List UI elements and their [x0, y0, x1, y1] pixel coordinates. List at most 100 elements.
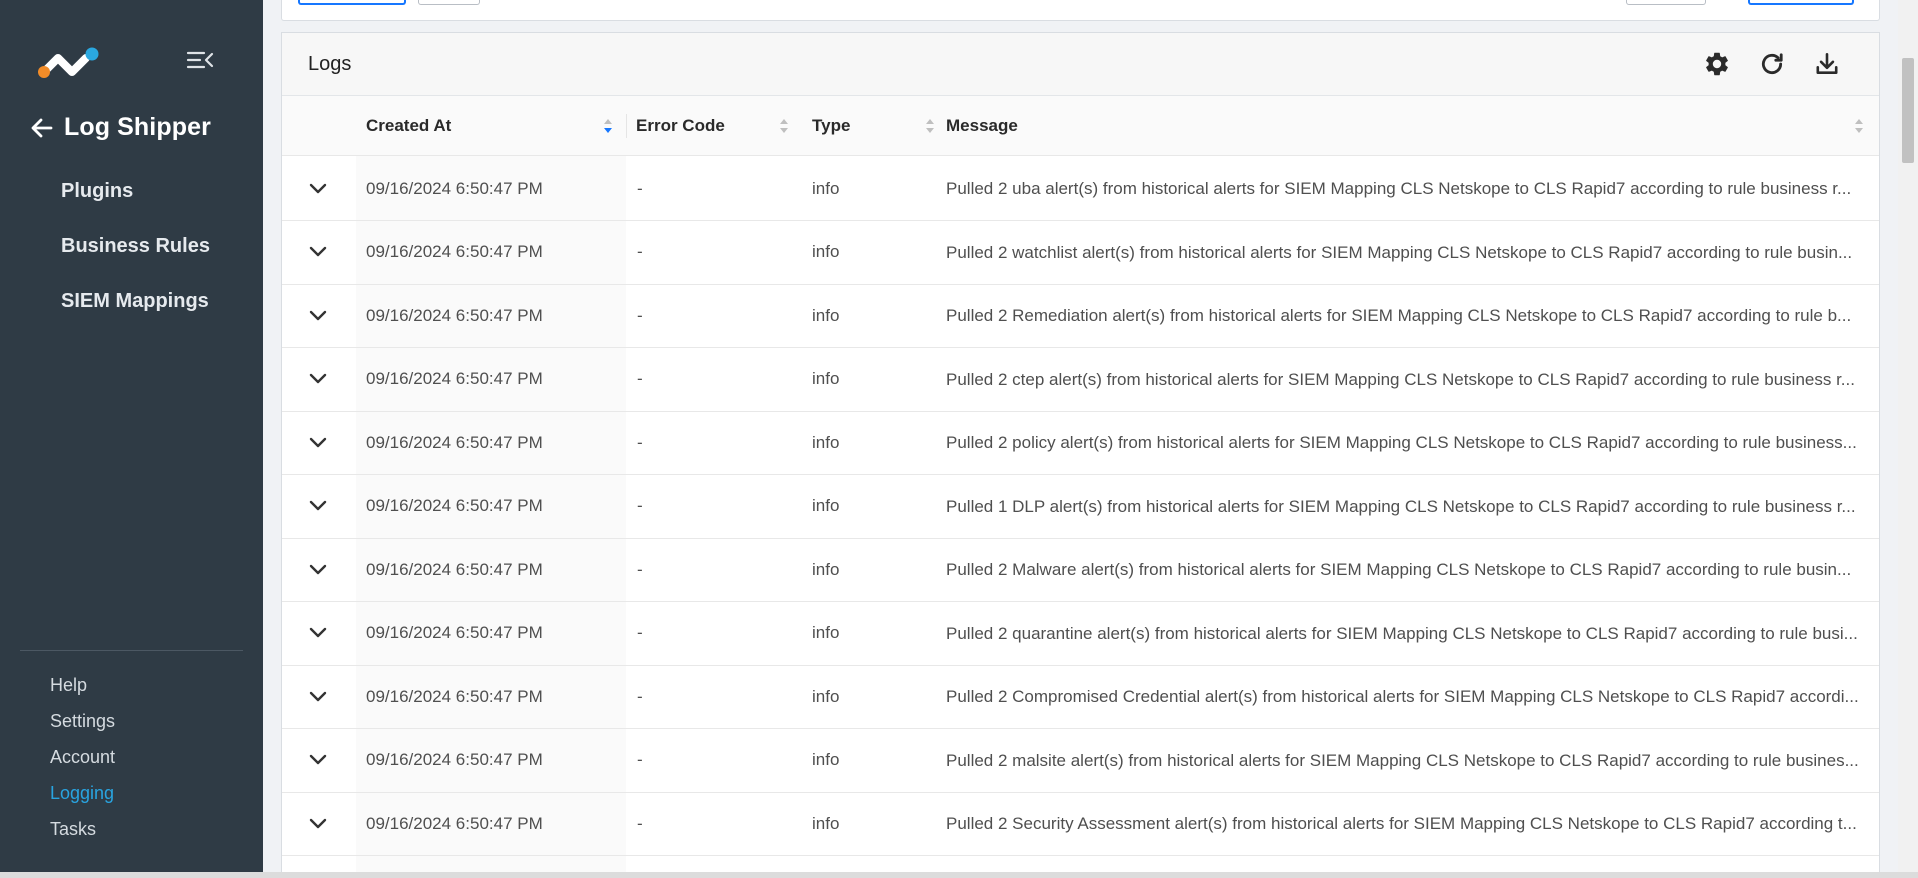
type-cell: info [812, 496, 840, 515]
column-header-message[interactable]: Message [936, 96, 1880, 156]
created-at-cell: 09/16/2024 6:50:47 PM [366, 305, 543, 325]
logs-panel: Logs Created At Error Code Type Message … [281, 32, 1880, 878]
logs-header: Logs [282, 33, 1879, 96]
section-title: Log Shipper [64, 113, 211, 141]
toolbar-right-button[interactable] [1626, 0, 1706, 5]
nav-item-logging[interactable]: Logging [50, 783, 114, 804]
table-row[interactable]: 09/16/2024 6:50:47 PM - info Pulled 2 Compr… [282, 665, 1879, 729]
table-row[interactable]: 09/16/2024 6:50:47 PM - info Pulled 2 Secur… [282, 792, 1879, 856]
message-cell: Pulled 2 quarantine alert(s) from histor… [946, 623, 1858, 643]
sidebar: Log Shipper Plugins Business Rules SIEM … [0, 0, 263, 872]
error-code-cell: - [637, 369, 643, 388]
message-cell: Pulled 2 policy alert(s) from historical… [946, 433, 1857, 452]
nav-item-business-rules[interactable]: Business Rules [61, 235, 210, 258]
sort-icon [926, 119, 934, 133]
vertical-scrollbar[interactable] [1898, 0, 1918, 872]
created-at-cell: 09/16/2024 6:50:47 PM [366, 750, 543, 769]
created-at-cell: 09/16/2024 6:50:47 PM [366, 686, 543, 706]
sort-icon [780, 119, 788, 133]
table-header: Created At Error Code Type Message [282, 96, 1879, 156]
chevron-down-icon[interactable] [304, 221, 332, 284]
created-at-cell: 09/16/2024 6:50:47 PM [366, 178, 543, 198]
type-cell: info [812, 559, 840, 579]
nav-item-help[interactable]: Help [50, 675, 87, 696]
type-cell: info [812, 178, 840, 198]
chevron-down-icon[interactable] [304, 157, 332, 220]
chevron-down-icon[interactable] [304, 665, 332, 728]
message-cell: Pulled 1 DLP alert(s) from historical al… [946, 496, 1856, 516]
message-cell: Pulled 2 ctep alert(s) from historical a… [946, 369, 1855, 389]
chevron-down-icon[interactable] [304, 475, 332, 538]
nav-item-settings[interactable]: Settings [50, 711, 115, 732]
error-code-cell: - [637, 432, 643, 452]
refresh-icon[interactable] [1757, 49, 1787, 79]
chevron-down-icon[interactable] [304, 538, 332, 601]
filter-toolbar [281, 0, 1880, 21]
error-code-cell: - [637, 305, 643, 325]
scrollbar-thumb[interactable] [1902, 58, 1914, 163]
arrow-left-icon [31, 118, 53, 137]
error-code-cell: - [637, 813, 643, 833]
netskope-logo[interactable] [36, 44, 102, 80]
message-cell: Pulled 2 Compromised Credential alert(s)… [946, 687, 1859, 706]
sidebar-divider [20, 650, 243, 651]
chevron-down-icon[interactable] [304, 602, 332, 665]
error-code-cell: - [637, 178, 643, 198]
type-cell: info [812, 369, 840, 388]
horizontal-scrollbar[interactable] [0, 872, 1918, 878]
error-code-cell: - [637, 496, 643, 515]
column-header-error-code[interactable]: Error Code [626, 96, 802, 156]
table-row[interactable]: 09/16/2024 6:50:47 PM - info Pulled 2 quara… [282, 602, 1879, 666]
gear-icon[interactable] [1702, 49, 1732, 79]
type-cell: info [812, 623, 840, 642]
created-at-cell: 09/16/2024 6:50:47 PM [366, 369, 543, 388]
created-at-cell: 09/16/2024 6:50:47 PM [366, 432, 543, 452]
table-row[interactable]: 09/16/2024 6:50:47 PM - info Pulled 2 watch… [282, 221, 1879, 285]
created-at-cell: 09/16/2024 6:50:47 PM [366, 813, 543, 833]
table-row[interactable]: 09/16/2024 6:50:47 PM - info Pulled 2 polic… [282, 411, 1879, 475]
sort-icon [604, 119, 612, 133]
nav-item-siem-mappings[interactable]: SIEM Mappings [61, 290, 209, 313]
column-header-created-at[interactable]: Created At [356, 96, 626, 156]
table-row[interactable]: 09/16/2024 6:50:47 PM - info Pulled 2 Remed… [282, 284, 1879, 348]
column-header-type[interactable]: Type [802, 96, 946, 156]
type-cell: info [812, 813, 840, 833]
table-row[interactable]: 09/16/2024 6:50:47 PM - info Pulled 2 uba a… [282, 157, 1879, 221]
message-cell: Pulled 2 Remediation alert(s) from histo… [946, 306, 1852, 325]
table-row[interactable]: 09/16/2024 6:50:47 PM - info Pulled 2 malsi… [282, 729, 1879, 793]
chevron-down-icon[interactable] [304, 284, 332, 347]
toolbar-primary-button[interactable] [298, 0, 406, 5]
table-row[interactable]: 09/16/2024 6:50:47 PM - info Pulled 1 DLP a… [282, 475, 1879, 539]
type-cell: info [812, 686, 840, 706]
message-cell: Pulled 2 uba alert(s) from historical al… [946, 179, 1852, 198]
message-cell: Pulled 2 watchlist alert(s) from histori… [946, 242, 1853, 262]
error-code-cell: - [637, 242, 643, 261]
created-at-cell: 09/16/2024 6:50:47 PM [366, 623, 543, 642]
message-cell: Pulled 2 Security Assessment alert(s) fr… [946, 814, 1857, 833]
chevron-down-icon[interactable] [304, 411, 332, 474]
download-icon[interactable] [1812, 49, 1842, 79]
error-code-cell: - [637, 750, 643, 769]
table-row[interactable]: 09/16/2024 6:50:47 PM - info Pulled 2 ctep … [282, 348, 1879, 412]
toolbar-secondary-button[interactable] [418, 0, 480, 5]
type-cell: info [812, 242, 840, 261]
chevron-down-icon[interactable] [304, 348, 332, 411]
nav-item-account[interactable]: Account [50, 747, 115, 768]
type-cell: info [812, 305, 840, 325]
created-at-cell: 09/16/2024 6:50:47 PM [366, 242, 543, 261]
error-code-cell: - [637, 559, 643, 579]
toolbar-right-primary-button[interactable] [1748, 0, 1854, 5]
nav-item-plugins[interactable]: Plugins [61, 180, 133, 203]
type-cell: info [812, 432, 840, 452]
error-code-cell: - [637, 623, 643, 642]
message-cell: Pulled 2 malsite alert(s) from historica… [946, 750, 1859, 770]
nav-item-tasks[interactable]: Tasks [50, 819, 96, 840]
message-cell: Pulled 2 Malware alert(s) from historica… [946, 560, 1852, 579]
chevron-down-icon[interactable] [304, 729, 332, 792]
error-code-cell: - [637, 686, 643, 706]
menu-collapse-icon[interactable] [186, 48, 214, 72]
type-cell: info [812, 750, 840, 769]
chevron-down-icon[interactable] [304, 792, 332, 855]
back-to-log-shipper[interactable]: Log Shipper [30, 113, 211, 142]
table-row[interactable]: 09/16/2024 6:50:47 PM - info Pulled 2 Malwa… [282, 538, 1879, 602]
